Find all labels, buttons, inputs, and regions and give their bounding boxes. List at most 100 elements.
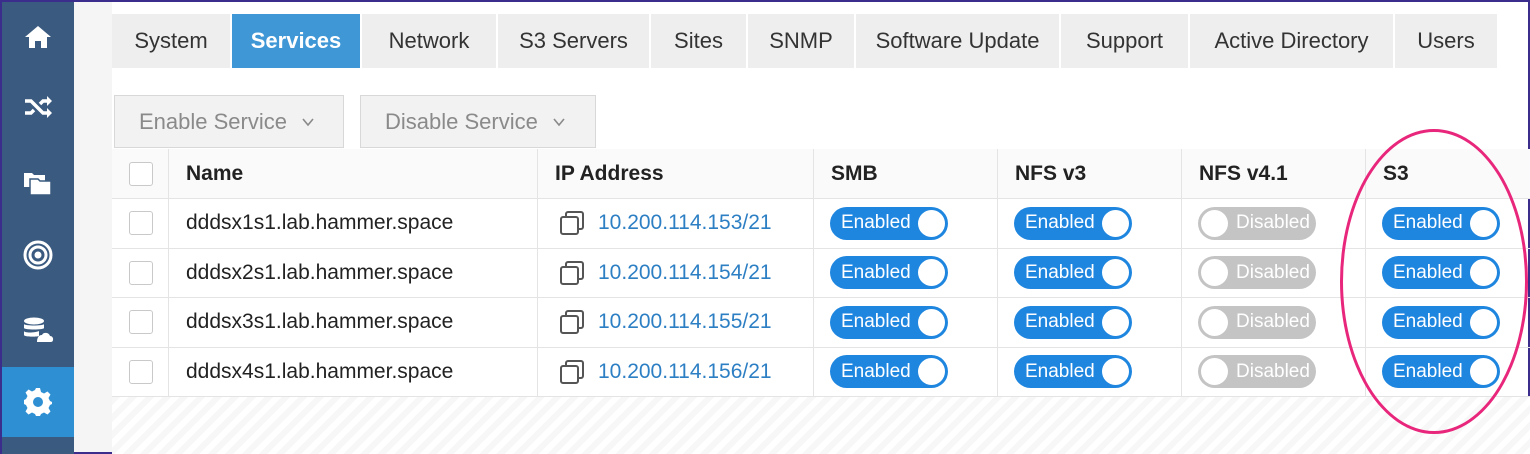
files-icon — [24, 173, 52, 196]
toggle-knob — [1102, 358, 1129, 386]
smb-toggle[interactable]: Enabled — [830, 206, 948, 240]
tab-software-update[interactable]: Software Update — [856, 14, 1061, 68]
nfs41-toggle[interactable]: Disabled — [1198, 256, 1316, 290]
node-name: dddsx2s1.lab.hammer.space — [186, 260, 454, 284]
row-checkbox[interactable] — [129, 310, 153, 335]
header-ip-label: IP Address — [555, 161, 664, 185]
highlight-ellipse — [1340, 129, 1528, 434]
nav-target[interactable] — [2, 220, 74, 290]
nfs3-cell: Enabled — [998, 199, 1182, 248]
node-name: dddsx4s1.lab.hammer.space — [186, 359, 454, 383]
tab-support[interactable]: Support — [1061, 14, 1190, 68]
tab-s3-servers[interactable]: S3 Servers — [498, 14, 651, 68]
sidebar — [2, 2, 74, 454]
header-name-label: Name — [186, 161, 244, 185]
table-row[interactable]: dddsx3s1.lab.hammer.space 10.200.114.155… — [112, 298, 1530, 348]
ip-address-link[interactable]: 10.200.114.154/21 — [598, 261, 772, 285]
smb-toggle[interactable]: Enabled — [830, 355, 948, 389]
table-row[interactable]: dddsx4s1.lab.hammer.space 10.200.114.156… — [112, 347, 1530, 397]
tab-snmp[interactable]: SNMP — [748, 14, 856, 68]
shuffle-icon — [25, 96, 52, 118]
smb-toggle[interactable]: Enabled — [830, 256, 948, 290]
toggle-label: Enabled — [841, 261, 911, 283]
tab-active-directory[interactable]: Active Directory — [1190, 14, 1395, 68]
toggle-label: Enabled — [841, 360, 911, 382]
row-select-cell — [112, 248, 169, 297]
table-header-row: Name IP Address SMB NFS v3 NFS v4.1 S3 — [112, 149, 1530, 199]
ip-cell: 10.200.114.156/21 — [538, 347, 814, 396]
name-cell: dddsx4s1.lab.hammer.space — [169, 347, 538, 396]
header-ip[interactable]: IP Address — [538, 149, 814, 198]
toggle-label: Enabled — [841, 311, 911, 333]
tab-system[interactable]: System — [112, 14, 232, 68]
header-nfs41-label: NFS v4.1 — [1199, 161, 1288, 185]
select-all-checkbox[interactable] — [129, 161, 153, 186]
nfs3-toggle[interactable]: Enabled — [1014, 256, 1132, 290]
disable-service-dropdown[interactable]: Disable Service — [360, 95, 596, 148]
enable-service-label: Enable Service — [139, 108, 287, 134]
header-nfs3[interactable]: NFS v3 — [998, 149, 1182, 198]
ip-address-link[interactable]: 10.200.114.155/21 — [598, 310, 772, 334]
nfs41-toggle[interactable]: Disabled — [1198, 305, 1316, 339]
row-checkbox[interactable] — [129, 359, 153, 384]
copy-icon[interactable] — [558, 209, 586, 237]
nfs41-cell: Disabled — [1182, 298, 1366, 347]
table-empty-area — [112, 397, 1530, 454]
ip-address-link[interactable]: 10.200.114.156/21 — [598, 360, 772, 384]
row-checkbox[interactable] — [129, 211, 153, 236]
header-nfs41[interactable]: NFS v4.1 — [1182, 149, 1366, 198]
nfs41-cell: Disabled — [1182, 199, 1366, 248]
toggle-label: Enabled — [1025, 360, 1095, 382]
header-name[interactable]: Name — [169, 149, 538, 198]
services-table: Name IP Address SMB NFS v3 NFS v4.1 S3 d… — [112, 149, 1530, 397]
nfs41-toggle[interactable]: Disabled — [1198, 206, 1316, 240]
tab-users[interactable]: Users — [1395, 14, 1499, 68]
row-select-cell — [112, 199, 169, 248]
header-nfs3-label: NFS v3 — [1015, 161, 1087, 185]
table-row[interactable]: dddsx2s1.lab.hammer.space 10.200.114.154… — [112, 248, 1530, 298]
row-select-cell — [112, 298, 169, 347]
toggle-label: Enabled — [841, 212, 911, 234]
target-icon — [23, 240, 53, 270]
ip-cell: 10.200.114.154/21 — [538, 248, 814, 297]
copy-icon[interactable] — [558, 308, 586, 336]
toggle-knob — [1102, 209, 1129, 237]
toggle-label: Enabled — [1025, 311, 1095, 333]
row-select-cell — [112, 347, 169, 396]
name-cell: dddsx2s1.lab.hammer.space — [169, 248, 538, 297]
tab-network[interactable]: Network — [362, 14, 498, 68]
toggle-knob — [918, 308, 945, 336]
nav-files[interactable] — [2, 147, 74, 217]
enable-service-dropdown[interactable]: Enable Service — [114, 95, 344, 148]
copy-icon[interactable] — [558, 259, 586, 287]
copy-icon[interactable] — [558, 358, 586, 386]
nfs3-cell: Enabled — [998, 347, 1182, 396]
table-row[interactable]: dddsx1s1.lab.hammer.space 10.200.114.153… — [112, 199, 1530, 249]
smb-cell: Enabled — [814, 298, 998, 347]
nav-settings[interactable] — [2, 367, 74, 437]
nfs3-toggle[interactable]: Enabled — [1014, 305, 1132, 339]
chevron-down-icon — [553, 117, 565, 126]
smb-cell: Enabled — [814, 199, 998, 248]
tab-sites[interactable]: Sites — [651, 14, 748, 68]
node-name: dddsx3s1.lab.hammer.space — [186, 310, 454, 334]
toggle-knob — [1201, 308, 1228, 336]
toggle-knob — [918, 209, 945, 237]
toggle-label: Enabled — [1025, 212, 1095, 234]
nfs3-cell: Enabled — [998, 248, 1182, 297]
header-smb[interactable]: SMB — [814, 149, 998, 198]
nfs41-toggle[interactable]: Disabled — [1198, 355, 1316, 389]
nav-cloud-storage[interactable] — [2, 295, 74, 365]
ip-address-link[interactable]: 10.200.114.153/21 — [598, 211, 772, 235]
nfs3-toggle[interactable]: Enabled — [1014, 206, 1132, 240]
ip-cell: 10.200.114.153/21 — [538, 199, 814, 248]
gear-icon — [24, 388, 52, 416]
nav-shuffle[interactable] — [2, 72, 74, 142]
smb-toggle[interactable]: Enabled — [830, 305, 948, 339]
nfs3-toggle[interactable]: Enabled — [1014, 355, 1132, 389]
toggle-knob — [1102, 259, 1129, 287]
row-checkbox[interactable] — [129, 260, 153, 285]
nav-home[interactable] — [2, 2, 74, 72]
chevron-down-icon — [302, 117, 314, 126]
tab-services[interactable]: Services — [232, 14, 362, 68]
